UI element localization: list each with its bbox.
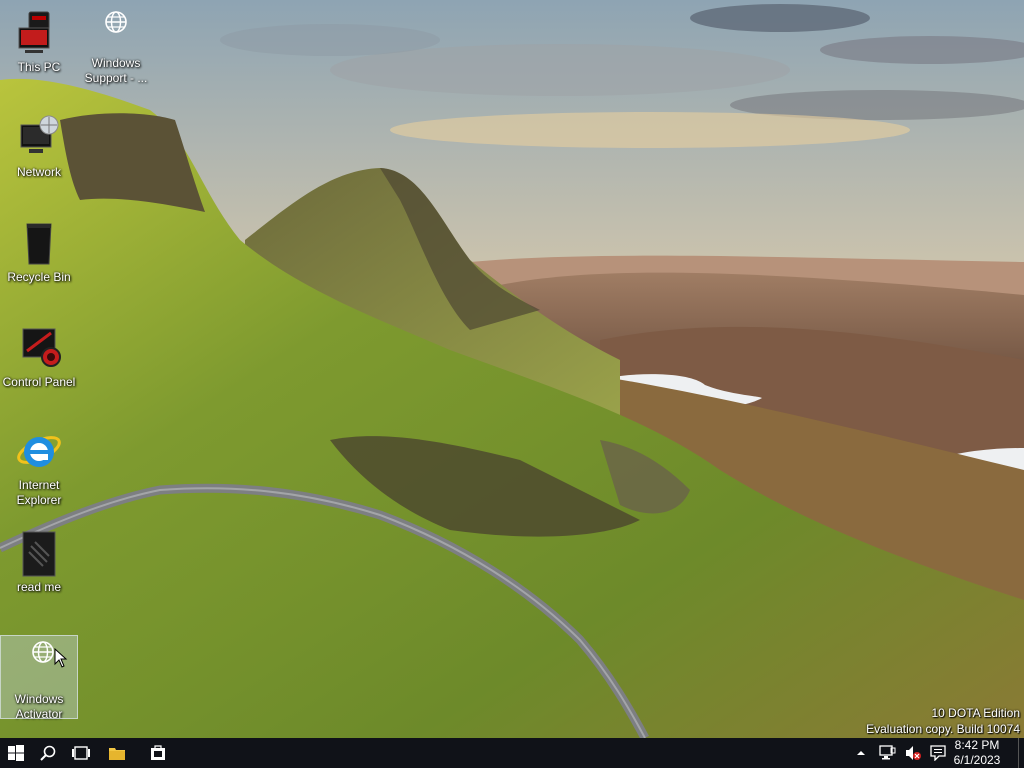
desktop-icon-this-pc[interactable]: This PC bbox=[1, 10, 77, 75]
chevron-up-icon bbox=[857, 751, 865, 755]
desktop-icon-label: This PC bbox=[17, 60, 61, 74]
file-explorer-icon bbox=[109, 748, 125, 760]
document-icon bbox=[22, 531, 56, 577]
action-center-button[interactable] bbox=[927, 738, 949, 768]
evaluation-watermark: 10 DOTA Edition Evaluation copy. Build 1… bbox=[866, 705, 1020, 737]
desktop-wallpaper bbox=[0, 0, 1024, 738]
desktop-icon-recycle-bin[interactable]: Recycle Bin bbox=[1, 220, 77, 285]
desktop-icon-read-me[interactable]: read me bbox=[1, 530, 77, 595]
edition-text: 10 DOTA Edition bbox=[931, 706, 1021, 720]
task-view-icon bbox=[72, 746, 90, 760]
desktop-icon-windows-support[interactable]: Windows Support - ... bbox=[78, 10, 154, 86]
clock-date: 6/1/2023 bbox=[953, 753, 1001, 767]
network-tray-button[interactable] bbox=[876, 738, 898, 768]
globe-icon bbox=[105, 11, 127, 33]
recycle-bin-icon bbox=[26, 223, 52, 265]
search-icon bbox=[40, 745, 56, 761]
mouse-cursor-icon bbox=[54, 648, 68, 668]
desktop-icon-label: Windows Activator bbox=[14, 692, 64, 721]
task-view-button[interactable] bbox=[64, 738, 96, 768]
start-icon bbox=[8, 745, 24, 761]
show-hidden-icons-button[interactable] bbox=[853, 738, 869, 768]
clock-time: 8:42 PM bbox=[954, 738, 1000, 752]
desktop-icon-control-panel[interactable]: Control Panel bbox=[1, 325, 77, 390]
volume-muted-icon bbox=[906, 746, 921, 760]
clock[interactable]: 8:42 PM 6/1/2023 bbox=[948, 738, 1006, 768]
store-icon bbox=[151, 745, 165, 760]
desktop-icon-label: Windows Support - ... bbox=[84, 56, 148, 85]
network-icon bbox=[20, 115, 59, 153]
desktop-icon-label: Network bbox=[16, 165, 61, 179]
start-button[interactable] bbox=[0, 738, 32, 768]
volume-tray-button[interactable] bbox=[902, 738, 924, 768]
show-desktop-button[interactable] bbox=[1018, 738, 1024, 768]
desktop-icon-label: read me bbox=[16, 580, 62, 594]
file-explorer-button[interactable] bbox=[101, 738, 133, 768]
internet-explorer-icon bbox=[17, 436, 61, 467]
network-tray-icon bbox=[879, 745, 896, 760]
build-text: Evaluation copy. Build 10074 bbox=[866, 722, 1020, 736]
computer-icon bbox=[18, 11, 50, 53]
control-panel-icon bbox=[22, 328, 61, 367]
taskbar: 8:42 PM 6/1/2023 bbox=[0, 738, 1024, 768]
desktop-icon-label: Recycle Bin bbox=[7, 270, 71, 284]
desktop-icon-network[interactable]: Network bbox=[1, 115, 77, 180]
desktop-icon-internet-explorer[interactable]: Internet Explorer bbox=[1, 428, 77, 508]
action-center-icon bbox=[930, 745, 946, 761]
desktop-icon-label: Control Panel bbox=[2, 375, 76, 389]
desktop-icon-label: Internet Explorer bbox=[16, 478, 62, 507]
search-button[interactable] bbox=[32, 738, 64, 768]
store-button[interactable] bbox=[142, 738, 174, 768]
